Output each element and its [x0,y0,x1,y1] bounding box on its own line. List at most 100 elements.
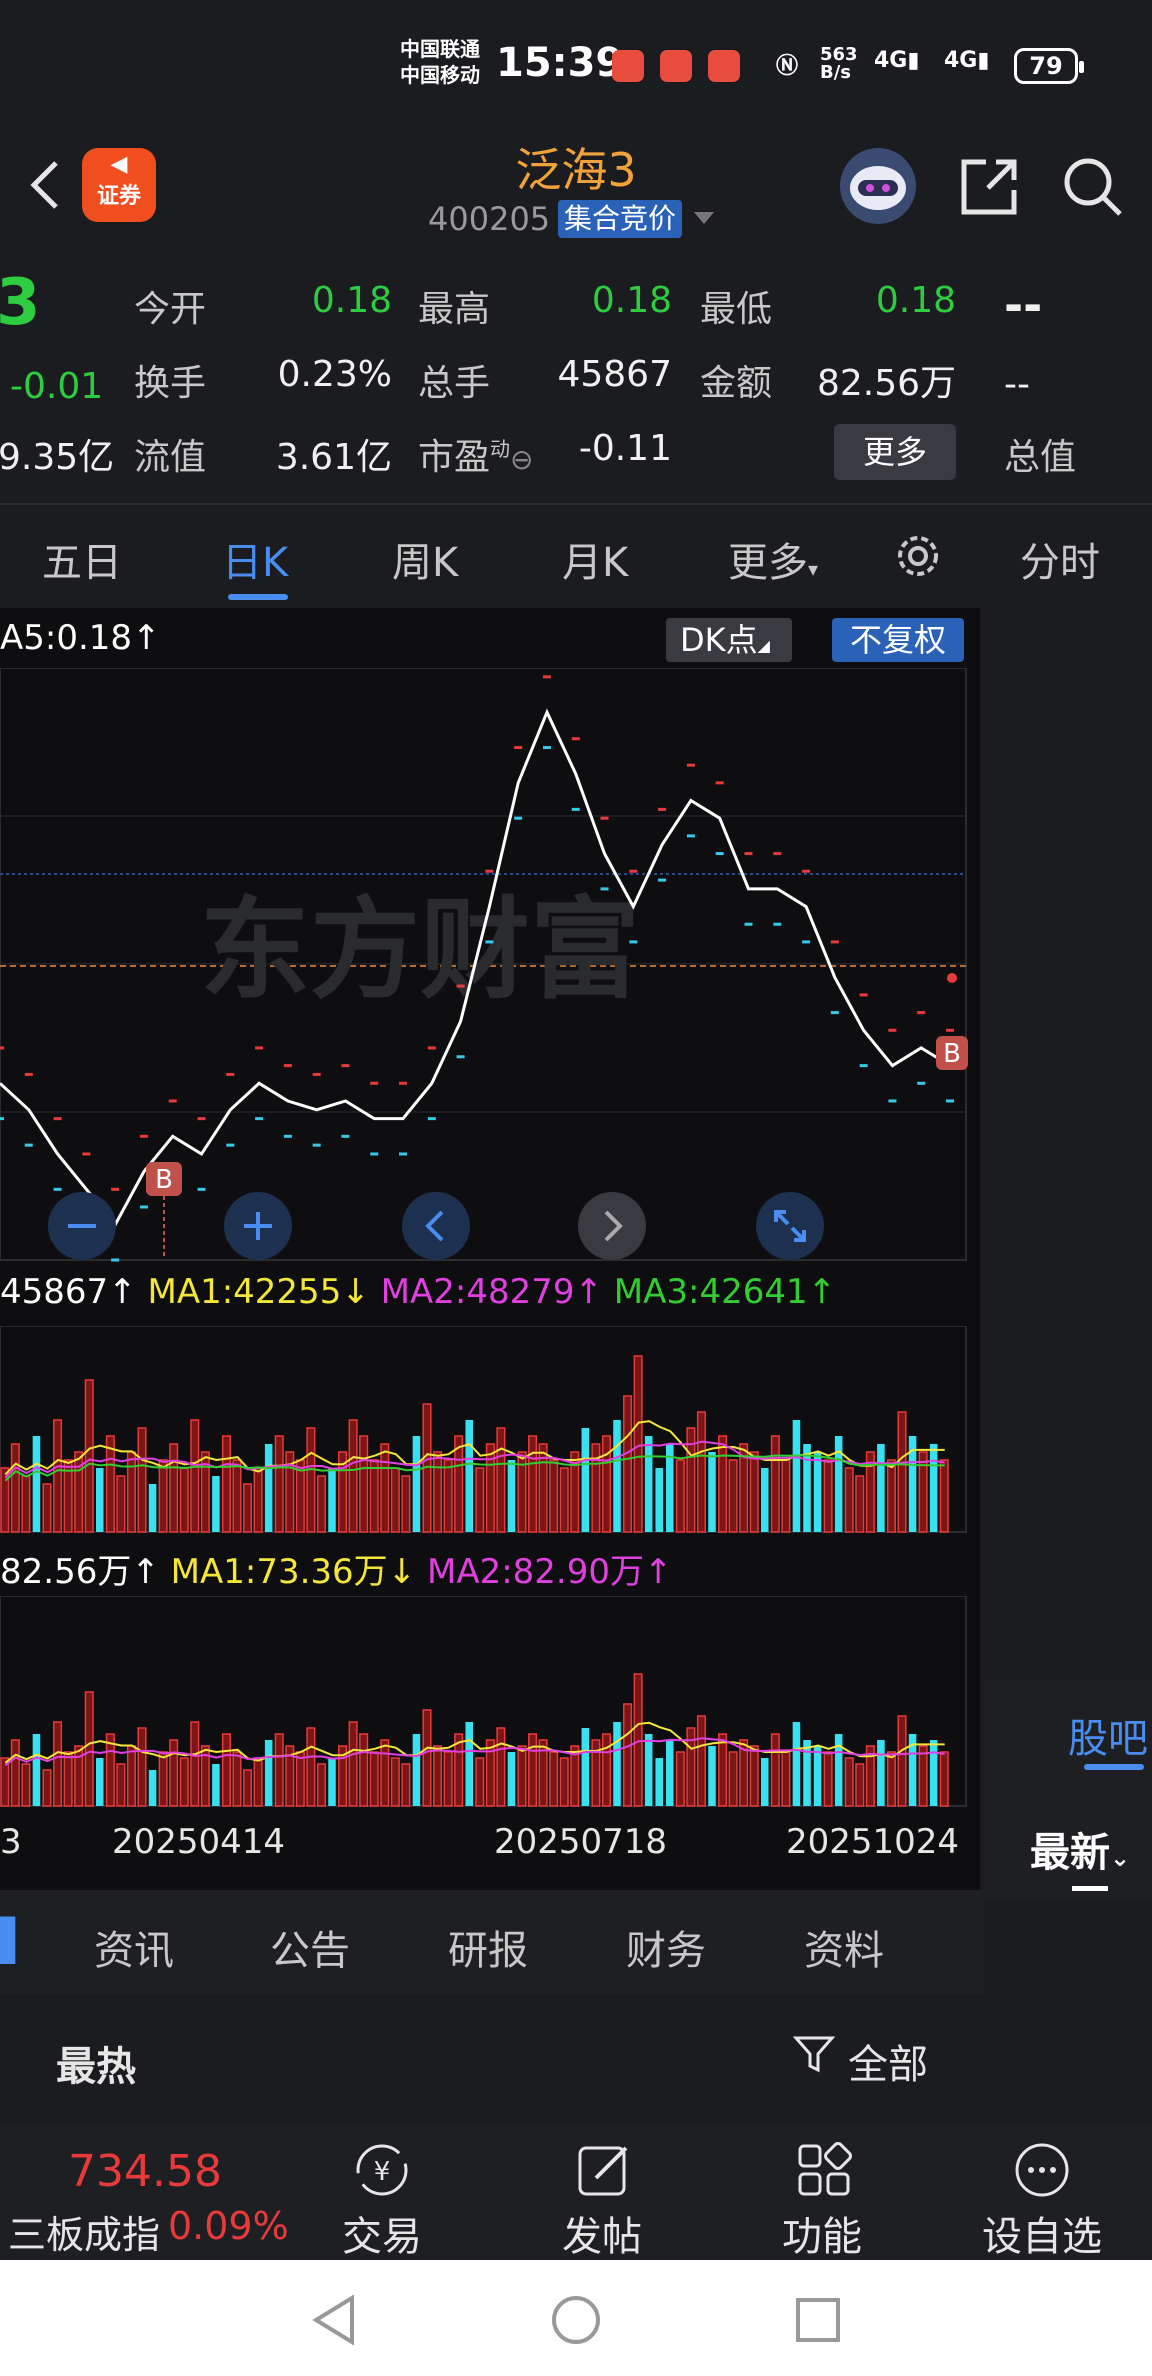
scroll-left-button[interactable] [402,1192,470,1260]
sort-latest-button[interactable]: 最新⌄ [1030,1820,1130,1878]
tab-research[interactable]: 研报 [448,1918,528,1976]
bar [886,1751,896,1807]
active-tab-indicator [1084,1764,1144,1770]
sort-indicator [1072,1886,1108,1891]
system-back-icon[interactable] [306,2292,362,2348]
zoom-out-button[interactable] [48,1192,116,1260]
bar [212,1764,220,1806]
tab-announcements[interactable]: 公告 [270,1918,350,1976]
fullscreen-button[interactable] [756,1192,824,1260]
bar [507,1460,516,1532]
functions-grid-icon[interactable] [794,2140,854,2200]
robot-assistant-icon[interactable] [840,148,916,224]
bar [939,1459,949,1533]
system-recents-icon[interactable] [790,2292,846,2348]
bar [886,1459,896,1533]
bar [158,1751,168,1807]
tab-profile[interactable]: 资料 [804,1918,884,1976]
filter-all-button[interactable]: 全部 [848,2032,928,2090]
tab-five-day[interactable]: 五日 [42,530,122,588]
bar [813,1746,822,1806]
post-button[interactable]: 发帖 [562,2204,642,2262]
bar [803,1740,811,1806]
functions-button[interactable]: 功能 [782,2204,862,2262]
amount-value: 82.56万 [816,363,956,404]
tab-news[interactable]: 资讯 [94,1918,174,1976]
bar [401,1475,411,1533]
pe-value: -0.11 [578,428,672,469]
bar [655,1758,663,1806]
volume-ma-label: 45867↑ MA1:42255↓ MA2:48279↑ MA3:42641↑ [0,1272,837,1312]
more-dots-icon[interactable] [1012,2140,1072,2200]
trade-button[interactable]: 交易 [342,2204,422,2262]
pe-label: 市盈动⊖ [418,437,534,478]
bar [316,1475,326,1533]
turnover-value: 0.23% [277,354,392,395]
kline-chart[interactable]: 东方财富 B B [0,668,970,1268]
bar [528,1435,538,1533]
more-quote-button[interactable]: 更多 [834,424,956,480]
bar [655,1468,663,1532]
bar [718,1435,728,1533]
dk-points-button[interactable]: DK点◢ [666,618,792,662]
trade-icon[interactable]: ¥ [352,2140,412,2200]
bar [390,1467,400,1533]
bar [63,1751,73,1807]
scroll-right-button[interactable] [578,1192,646,1260]
bar [844,1757,854,1807]
bar [401,1763,411,1807]
tab-intraday[interactable]: 分时 [1020,530,1100,588]
clock: 15:39 [496,40,624,86]
bar [243,1769,253,1807]
index-name[interactable]: 三板成指 [8,2204,160,2259]
zoom-in-button[interactable] [224,1192,292,1260]
tab-partial[interactable]: ▌ [0,1918,31,1964]
search-icon[interactable] [1060,154,1124,218]
add-watchlist-button[interactable]: 设自选 [982,2204,1102,2262]
tab-monthly-k[interactable]: 月K [562,530,628,588]
gear-icon[interactable] [890,528,946,584]
bar [84,1379,94,1533]
bar [897,1411,907,1533]
date-label: 20251024 [786,1822,960,1862]
bar [0,1757,10,1807]
system-home-icon[interactable] [548,2292,604,2348]
bar [32,1734,41,1806]
bar [708,1746,716,1806]
tab-daily-k[interactable]: 日K [222,530,288,588]
notification-icon [612,50,644,82]
tab-weekly-k[interactable]: 周K [392,530,458,588]
bar [549,1751,559,1807]
bar [792,1722,801,1806]
bar [369,1751,379,1807]
index-change[interactable]: 0.09% [168,2204,289,2248]
bar [929,1444,938,1532]
sort-hot-label[interactable]: 最热 [56,2034,136,2092]
volume-label: 总手 [418,363,491,404]
bar [433,1451,443,1533]
hot-row [0,1996,1152,2122]
bar [348,1721,358,1807]
low-value: 0.18 [875,280,956,321]
corner-caret-icon: ◢ [757,636,770,655]
adjustment-button[interactable]: 不复权 [832,618,964,662]
chevron-down-icon[interactable] [694,212,714,224]
bar [328,1468,336,1532]
filter-icon[interactable] [792,2032,836,2076]
bar [179,1757,189,1807]
tab-stock-forum[interactable]: 股吧 [1068,1706,1148,1764]
right-mid-value: -- [1004,364,1030,405]
bar [348,1419,358,1533]
bar [243,1483,253,1533]
bar [728,1459,738,1533]
bar [137,1727,147,1807]
bar [749,1745,759,1807]
index-value[interactable]: 734.58 [68,2146,222,2197]
tab-more[interactable]: 更多▾ [728,530,818,588]
tab-financials[interactable]: 财务 [626,1918,706,1976]
bar [517,1745,527,1807]
share-icon[interactable] [958,156,1020,218]
post-icon[interactable] [574,2140,634,2200]
bar [10,1443,20,1533]
bar [644,1734,653,1806]
